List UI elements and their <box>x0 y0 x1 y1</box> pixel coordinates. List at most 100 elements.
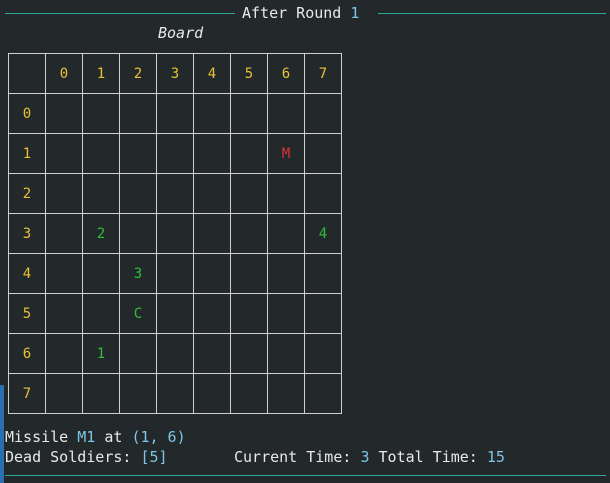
board-cell <box>119 133 157 174</box>
column-label: 4 <box>193 53 231 94</box>
row-label: 0 <box>8 93 46 134</box>
board-cell <box>267 293 305 334</box>
board-cell <box>82 253 120 294</box>
board-cell <box>82 133 120 174</box>
board-cell <box>82 93 120 134</box>
board-cell <box>45 213 83 254</box>
board-cell <box>193 333 231 374</box>
board-cell <box>193 373 231 414</box>
board-cell <box>230 253 268 294</box>
board-cell <box>193 93 231 134</box>
board-cell <box>267 373 305 414</box>
missile-marker: M <box>267 133 305 174</box>
dead-soldiers-line: Dead Soldiers: [5] <box>5 447 168 467</box>
board-cell <box>304 133 342 174</box>
column-label: 3 <box>156 53 194 94</box>
board-cell <box>304 253 342 294</box>
board-cell <box>45 373 83 414</box>
board-row: 2 <box>8 173 342 214</box>
time-status-line: Current Time: 3 Total Time: 15 <box>234 447 505 467</box>
soldier-marker: 1 <box>82 333 120 374</box>
board-cell <box>230 213 268 254</box>
round-header-label: After Round <box>242 4 351 22</box>
board-cell <box>45 253 83 294</box>
board-cell <box>193 173 231 214</box>
dead-soldiers-label: Dead Soldiers: <box>5 448 141 466</box>
row-label: 7 <box>8 373 46 414</box>
board-cell <box>45 333 83 374</box>
missile-label: Missile <box>5 428 78 446</box>
column-label: 7 <box>304 53 342 94</box>
dead-soldiers-value: [5] <box>140 448 168 466</box>
board-row: 7 <box>8 373 342 414</box>
board-cell <box>156 333 194 374</box>
missile-position: (1, 6) <box>131 428 186 446</box>
row-label: 5 <box>8 293 46 334</box>
row-label: 2 <box>8 173 46 214</box>
board-cell <box>156 253 194 294</box>
board-caption: Board <box>158 24 204 42</box>
column-label: 0 <box>45 53 83 94</box>
column-label: 1 <box>82 53 120 94</box>
board-cell <box>45 133 83 174</box>
board-cell <box>230 173 268 214</box>
board-cell <box>156 213 194 254</box>
board-cell <box>267 333 305 374</box>
board-cell <box>193 293 231 334</box>
board-cell <box>119 333 157 374</box>
header-rule-right <box>378 13 606 14</box>
soldier-marker: 4 <box>304 213 342 254</box>
board-cell <box>267 213 305 254</box>
round-number: 1 <box>350 4 360 22</box>
footer-rule <box>5 475 606 476</box>
soldier-marker: 3 <box>119 253 157 294</box>
column-label: 2 <box>119 53 157 94</box>
board-cell <box>267 93 305 134</box>
board-cell <box>119 93 157 134</box>
total-time-value: 15 <box>486 448 505 466</box>
board-cell <box>304 373 342 414</box>
current-time-label: Current Time: <box>234 448 361 466</box>
row-label: 3 <box>8 213 46 254</box>
board-cell <box>82 173 120 214</box>
row-label: 1 <box>8 133 46 174</box>
board-corner-cell <box>8 53 46 94</box>
soldier-marker: 2 <box>82 213 120 254</box>
missile-at-label: at <box>95 428 132 446</box>
board-cell <box>193 213 231 254</box>
board-cell <box>45 93 83 134</box>
board-cell <box>230 333 268 374</box>
board-cell <box>230 373 268 414</box>
row-label: 6 <box>8 333 46 374</box>
board-row: 61 <box>8 333 342 374</box>
board-cell <box>304 173 342 214</box>
column-label: 5 <box>230 53 268 94</box>
board-cell <box>230 133 268 174</box>
board-cell <box>119 173 157 214</box>
board-cell <box>45 173 83 214</box>
board-cell <box>45 293 83 334</box>
total-time-label: Total Time: <box>369 448 487 466</box>
board-cell <box>193 253 231 294</box>
board-cell <box>267 173 305 214</box>
board-row: 43 <box>8 253 342 294</box>
board-cell <box>156 173 194 214</box>
left-edge-marker <box>0 385 4 483</box>
missile-status-line: Missile M1 at (1, 6) <box>5 427 186 447</box>
board-header-row: 01234567 <box>8 53 342 94</box>
board-grid: 0123456701M2324435C617 <box>8 53 342 414</box>
board-cell <box>267 253 305 294</box>
board-cell <box>156 93 194 134</box>
board-cell <box>304 93 342 134</box>
board-cell <box>230 93 268 134</box>
board-row: 1M <box>8 133 342 174</box>
board-row: 32 4 <box>8 213 342 254</box>
board-cell <box>82 373 120 414</box>
round-header: After Round 1 <box>242 3 359 23</box>
missile-id: M1 <box>77 428 96 446</box>
board-cell <box>304 333 342 374</box>
board-cell <box>304 293 342 334</box>
column-label: 6 <box>267 53 305 94</box>
board-row: 5C <box>8 293 342 334</box>
board-row: 0 <box>8 93 342 134</box>
